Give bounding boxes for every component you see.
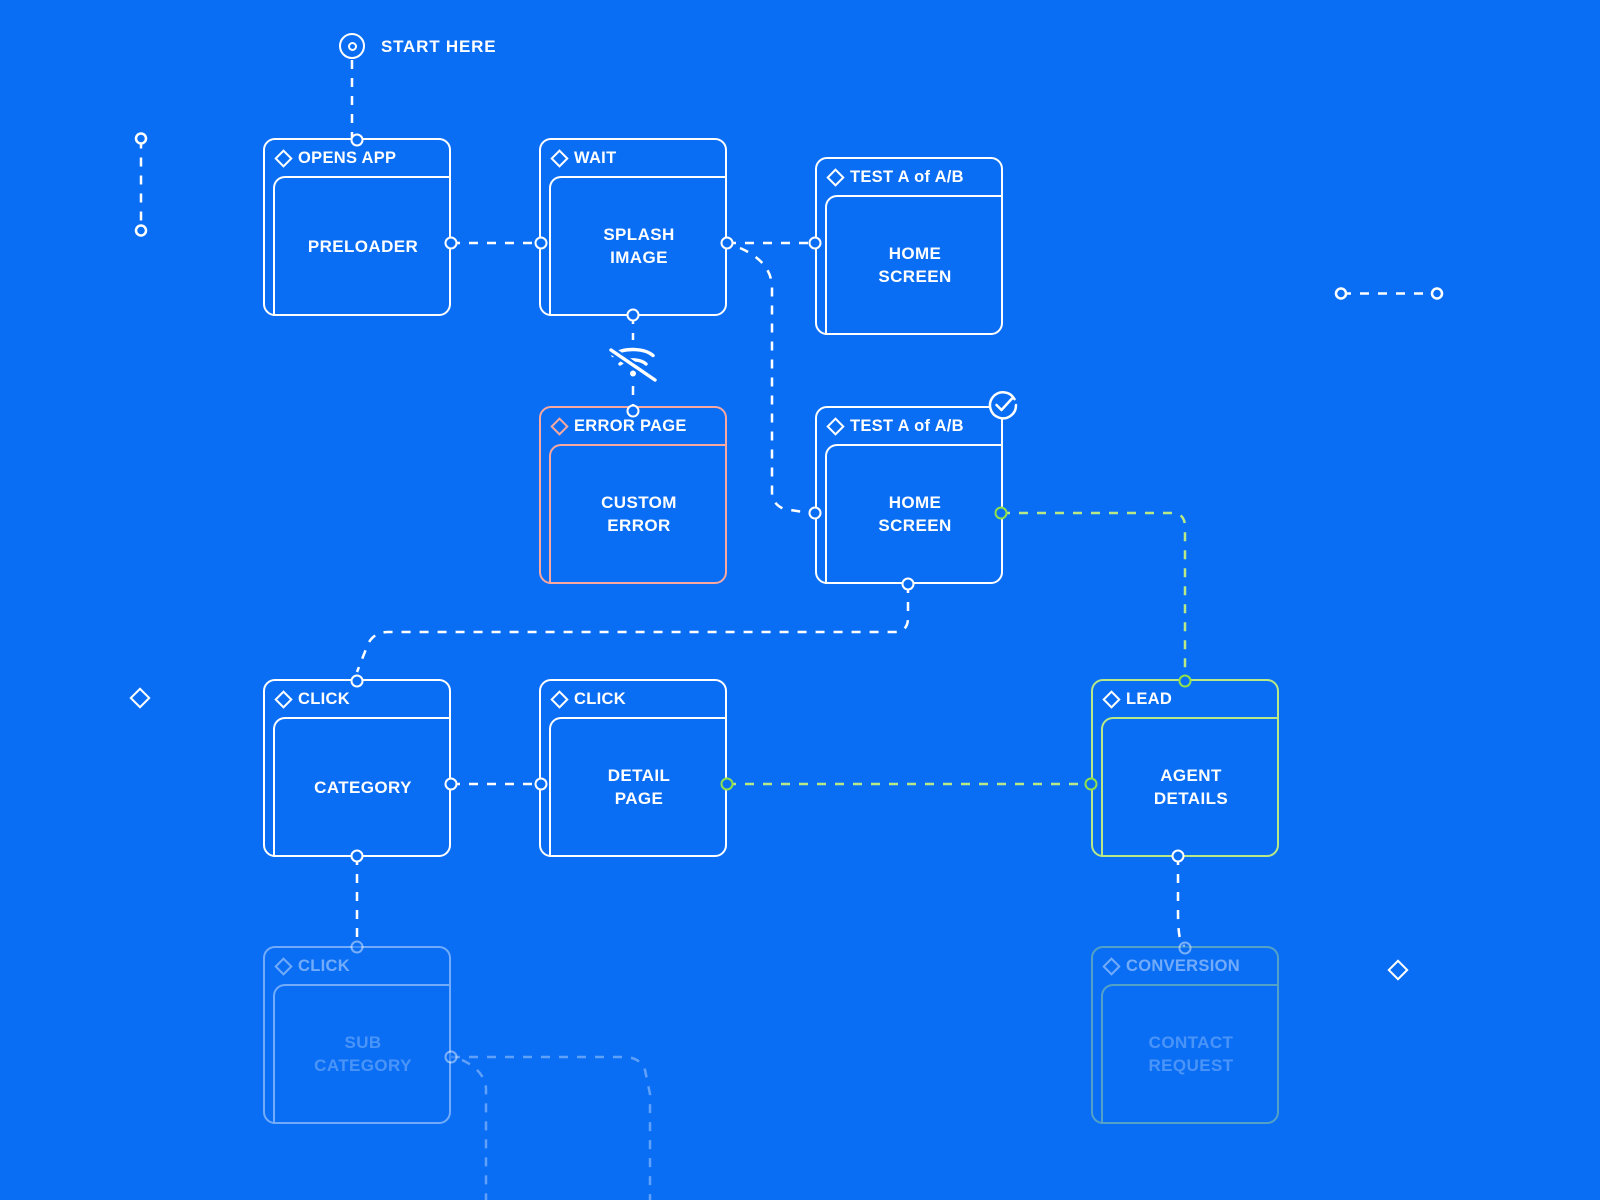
port-category-bottom[interactable] xyxy=(350,849,364,863)
node-header: WAIT xyxy=(541,140,725,176)
edge-layer xyxy=(350,60,1187,1200)
port-agent-left[interactable] xyxy=(1084,777,1098,791)
node-header: TEST A of A/B xyxy=(817,159,1001,195)
diamond-icon xyxy=(826,167,845,187)
node-header: CLICK xyxy=(541,681,725,717)
node-header-label: TEST A of A/B xyxy=(850,416,964,435)
port-home-b-bottom[interactable] xyxy=(901,577,915,591)
diamond-icon xyxy=(1102,689,1121,709)
port-agent-top[interactable] xyxy=(1178,674,1192,688)
node-label: SUB CATEGORY xyxy=(314,1033,412,1075)
node-header-label: LEAD xyxy=(1126,689,1173,708)
edge-home-b-to-agent xyxy=(1001,511,1187,674)
node-label: AGENT DETAILS xyxy=(1153,766,1229,808)
node-header: TEST A of A/B xyxy=(817,408,1001,444)
node-header-label: CLICK xyxy=(298,689,350,708)
node-label: CATEGORY xyxy=(314,777,412,797)
diamond-icon xyxy=(550,689,569,709)
node-label: SPLASH IMAGE xyxy=(603,225,675,267)
port-splash-left[interactable] xyxy=(534,236,548,250)
port-agent-bottom[interactable] xyxy=(1171,849,1185,863)
node-body: CATEGORY xyxy=(273,717,451,857)
node-category[interactable]: CLICK CATEGORY xyxy=(263,679,451,857)
diamond-icon xyxy=(550,148,569,168)
port-detail-left[interactable] xyxy=(534,777,548,791)
node-body: CUSTOM ERROR xyxy=(549,444,727,584)
start-target-icon[interactable] xyxy=(339,33,365,59)
diamond-icon xyxy=(826,416,845,436)
port-contact-top[interactable] xyxy=(1178,941,1192,955)
node-body: CONTACT REQUEST xyxy=(1101,984,1279,1124)
port-home-b-left[interactable] xyxy=(808,506,822,520)
node-custom-error[interactable]: ERROR PAGE CUSTOM ERROR xyxy=(539,406,727,584)
node-header-label: CONVERSION xyxy=(1126,956,1240,975)
node-sub-category[interactable]: CLICK SUB CATEGORY xyxy=(263,946,451,1124)
port-preloader-top[interactable] xyxy=(350,133,364,147)
node-body: HOME SCREEN xyxy=(825,195,1003,335)
diamond-icon xyxy=(550,416,569,436)
node-label: HOME SCREEN xyxy=(878,493,952,535)
node-body: HOME SCREEN xyxy=(825,444,1003,584)
node-label: PRELOADER xyxy=(307,236,419,256)
check-circle-icon[interactable] xyxy=(986,388,1020,422)
diamond-icon xyxy=(274,148,293,168)
node-body: AGENT DETAILS xyxy=(1101,717,1279,857)
node-label: DETAIL PAGE xyxy=(607,766,671,808)
connector-left-vertical[interactable] xyxy=(133,132,149,243)
node-body: SUB CATEGORY xyxy=(273,984,451,1124)
wifi-off-icon xyxy=(605,339,661,387)
flow-diagram-canvas: OPENS APP PRELOADER WAIT SPLASH IMAGE TE… xyxy=(0,0,1600,1200)
node-header-label: CLICK xyxy=(298,956,350,975)
connector-right-horizontal[interactable] xyxy=(1334,286,1444,307)
edge-sub-to-offscreen xyxy=(451,1055,652,1200)
start-here-label: START HERE xyxy=(381,37,497,56)
node-home-screen-a[interactable]: TEST A of A/B HOME SCREEN xyxy=(815,157,1003,335)
node-header-label: ERROR PAGE xyxy=(574,416,687,435)
port-home-a-left[interactable] xyxy=(808,236,822,250)
node-detail-page[interactable]: CLICK DETAIL PAGE xyxy=(539,679,727,857)
node-home-screen-b[interactable]: TEST A of A/B HOME SCREEN xyxy=(815,406,1003,584)
diamond-icon-left xyxy=(129,687,151,709)
node-label: CUSTOM ERROR xyxy=(601,493,677,535)
diamond-icon-right xyxy=(1387,959,1409,981)
edge-agent-to-contact xyxy=(1176,856,1186,948)
edge-home-b-to-category xyxy=(355,584,910,673)
node-splash-image[interactable]: WAIT SPLASH IMAGE xyxy=(539,138,727,316)
node-preloader[interactable]: OPENS APP PRELOADER xyxy=(263,138,451,316)
port-subcategory-right[interactable] xyxy=(444,1050,458,1064)
node-header-label: OPENS APP xyxy=(298,148,397,167)
node-body: PRELOADER xyxy=(273,176,451,316)
node-label: CONTACT REQUEST xyxy=(1148,1033,1234,1075)
port-category-right[interactable] xyxy=(444,777,458,791)
node-header-label: CLICK xyxy=(574,689,626,708)
port-detail-right[interactable] xyxy=(720,777,734,791)
node-body: SPLASH IMAGE xyxy=(549,176,727,316)
port-splash-right[interactable] xyxy=(720,236,734,250)
port-error-top[interactable] xyxy=(626,404,640,418)
port-preloader-right[interactable] xyxy=(444,236,458,250)
port-home-b-right[interactable] xyxy=(994,506,1008,520)
edge-splash-to-home-b xyxy=(739,246,811,515)
port-splash-bottom[interactable] xyxy=(626,308,640,322)
node-header-label: TEST A of A/B xyxy=(850,167,964,186)
node-header-label: WAIT xyxy=(574,148,617,167)
diamond-icon xyxy=(1102,956,1121,976)
diamond-icon xyxy=(274,956,293,976)
port-category-top[interactable] xyxy=(350,674,364,688)
node-contact-request[interactable]: CONVERSION CONTACT REQUEST xyxy=(1091,946,1279,1124)
diamond-icon xyxy=(274,689,293,709)
node-label: HOME SCREEN xyxy=(878,244,952,286)
node-body: DETAIL PAGE xyxy=(549,717,727,857)
port-subcategory-top[interactable] xyxy=(350,940,364,954)
node-agent-details[interactable]: LEAD AGENT DETAILS xyxy=(1091,679,1279,857)
